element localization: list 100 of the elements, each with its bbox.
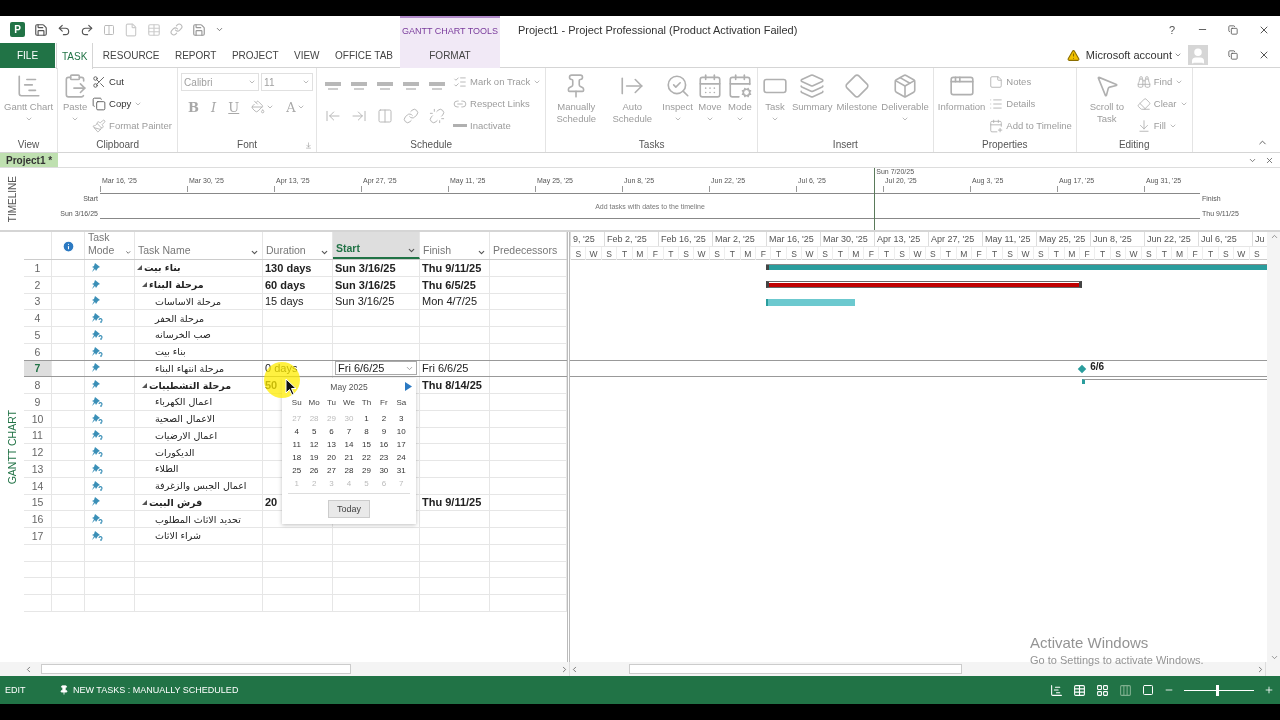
collapse-triangle-icon[interactable] <box>142 282 147 288</box>
calendar-day[interactable]: 19 <box>305 451 323 464</box>
ribbon-tab[interactable]: RESOURCE <box>96 43 166 68</box>
scroll-thumb[interactable] <box>41 664 351 674</box>
caret-icon[interactable] <box>215 25 224 34</box>
calendar-day[interactable]: 30 <box>375 464 393 477</box>
calendar-day[interactable]: 11 <box>288 438 306 451</box>
help-button[interactable]: ? <box>1166 23 1177 36</box>
row-header[interactable]: 2 <box>24 276 52 293</box>
row-header[interactable]: 1 <box>24 260 52 276</box>
ribbon-tab[interactable]: VIEW <box>288 43 326 68</box>
ribbon-tab[interactable]: REPORT <box>168 43 223 68</box>
row-header[interactable]: 8 <box>24 377 52 393</box>
next-month-icon[interactable] <box>405 382 412 391</box>
row-header[interactable]: 7 <box>24 360 52 377</box>
row-header[interactable]: 6 <box>24 343 52 360</box>
scroll-right-icon[interactable] <box>560 664 569 674</box>
split-icon[interactable] <box>103 23 115 36</box>
column-header[interactable]: Task Name <box>135 232 263 259</box>
page-icon[interactable] <box>124 22 138 37</box>
ribbon-button[interactable]: Copy <box>91 93 173 114</box>
close-icon[interactable] <box>1265 155 1274 165</box>
calendar-day[interactable]: 5 <box>305 425 323 438</box>
document-tab[interactable]: Project1 * <box>0 153 59 167</box>
row-header[interactable]: 11 <box>24 427 52 444</box>
ribbon-tab[interactable]: PROJECT <box>225 43 285 68</box>
close-icon[interactable] <box>1258 49 1270 61</box>
calendar-day[interactable]: 13 <box>322 438 341 451</box>
calendar-day[interactable]: 28 <box>340 464 358 477</box>
calendar-day[interactable]: 15 <box>357 438 376 451</box>
collapse-triangle-icon[interactable] <box>137 265 142 271</box>
row-header[interactable]: 5 <box>24 327 52 343</box>
column-header[interactable]: Finish <box>420 232 490 259</box>
calendar-day[interactable]: 20 <box>322 451 341 464</box>
calendar-day[interactable]: 4 <box>288 425 306 438</box>
restore-icon[interactable] <box>1228 50 1238 60</box>
scroll-left-icon[interactable] <box>24 664 33 674</box>
calendar-day[interactable]: 21 <box>340 451 358 464</box>
save-icon[interactable] <box>34 22 48 37</box>
calendar-day[interactable]: 24 <box>392 451 410 464</box>
gantt-view-icon[interactable] <box>1050 683 1063 697</box>
row-header[interactable]: 14 <box>24 477 52 494</box>
collapse-triangle-icon[interactable] <box>142 499 147 505</box>
page-view-icon[interactable] <box>1142 684 1154 696</box>
ribbon-button[interactable]: Cut <box>91 71 173 92</box>
row-header[interactable]: 16 <box>24 511 52 527</box>
calendar-day[interactable]: 18 <box>288 451 306 464</box>
vertical-scrollbar[interactable] <box>1267 232 1280 662</box>
calendar-day[interactable]: 12 <box>305 438 323 451</box>
link-icon[interactable] <box>170 23 183 36</box>
calendar-day[interactable]: 29 <box>357 464 376 477</box>
calendar-day[interactable]: 25 <box>288 464 306 477</box>
calendar-day[interactable]: 3 <box>392 412 410 425</box>
ribbon-tab[interactable]: OFFICE TAB <box>329 43 399 68</box>
new-tasks-mode[interactable]: NEW TASKS : MANUALLY SCHEDULED <box>51 676 247 704</box>
calendar-day[interactable]: 23 <box>375 451 393 464</box>
calendar-day[interactable]: 26 <box>305 464 323 477</box>
collapse-triangle-icon[interactable] <box>142 382 147 388</box>
calendar-day[interactable]: 14 <box>340 438 358 451</box>
ribbon-tab[interactable]: TASK <box>56 43 94 69</box>
calendar-day[interactable]: 9 <box>375 425 393 438</box>
undo-icon[interactable] <box>57 22 71 37</box>
zoom-thumb[interactable] <box>1215 684 1219 696</box>
column-header[interactable]: Start <box>333 232 420 259</box>
account-button[interactable]: Microsoft account <box>1085 49 1182 61</box>
column-header[interactable]: Task Mode <box>85 232 135 259</box>
calendar-day[interactable]: 2 <box>375 412 393 425</box>
columns-view-icon[interactable] <box>1119 683 1132 697</box>
calendar-day[interactable]: 27 <box>322 464 341 477</box>
grid-view-icon[interactable] <box>1073 683 1086 697</box>
date-field[interactable]: Fri 6/6/25 <box>335 361 417 376</box>
dialog-launcher-icon[interactable] <box>305 142 313 149</box>
table-icon[interactable] <box>147 22 161 37</box>
column-header[interactable]: Predecessors <box>490 232 567 259</box>
ribbon-tab[interactable]: FILE <box>0 43 55 68</box>
scroll-left-icon[interactable] <box>570 664 579 674</box>
scroll-right-icon[interactable] <box>1256 664 1265 674</box>
row-header[interactable]: 13 <box>24 461 52 477</box>
filter-caret-icon[interactable] <box>407 246 416 255</box>
scroll-down-icon[interactable] <box>1269 653 1279 662</box>
today-button[interactable]: Today <box>328 500 370 518</box>
calendar-day[interactable]: 17 <box>392 438 410 451</box>
calendar-day[interactable]: 10 <box>392 425 410 438</box>
filter-caret-icon[interactable] <box>477 248 486 257</box>
calendar-day[interactable]: 31 <box>392 464 410 477</box>
row-header[interactable]: 3 <box>24 293 52 310</box>
restore-icon[interactable] <box>1228 24 1238 35</box>
row-header[interactable]: 4 <box>24 310 52 326</box>
zoom-in-icon[interactable] <box>1264 685 1274 695</box>
ribbon-tab[interactable]: FORMAT <box>400 43 500 68</box>
calendar-day[interactable]: 1 <box>357 412 376 425</box>
filter-caret-icon[interactable] <box>320 248 329 257</box>
calendar-day[interactable]: 7 <box>340 425 358 438</box>
scroll-thumb[interactable] <box>629 664 962 674</box>
row-header[interactable]: 15 <box>24 494 52 511</box>
board-view-icon[interactable] <box>1096 683 1109 697</box>
row-header[interactable]: 10 <box>24 410 52 427</box>
redo-icon[interactable] <box>80 22 94 37</box>
row-header[interactable]: 17 <box>24 528 52 544</box>
row-header[interactable]: 9 <box>24 394 52 410</box>
